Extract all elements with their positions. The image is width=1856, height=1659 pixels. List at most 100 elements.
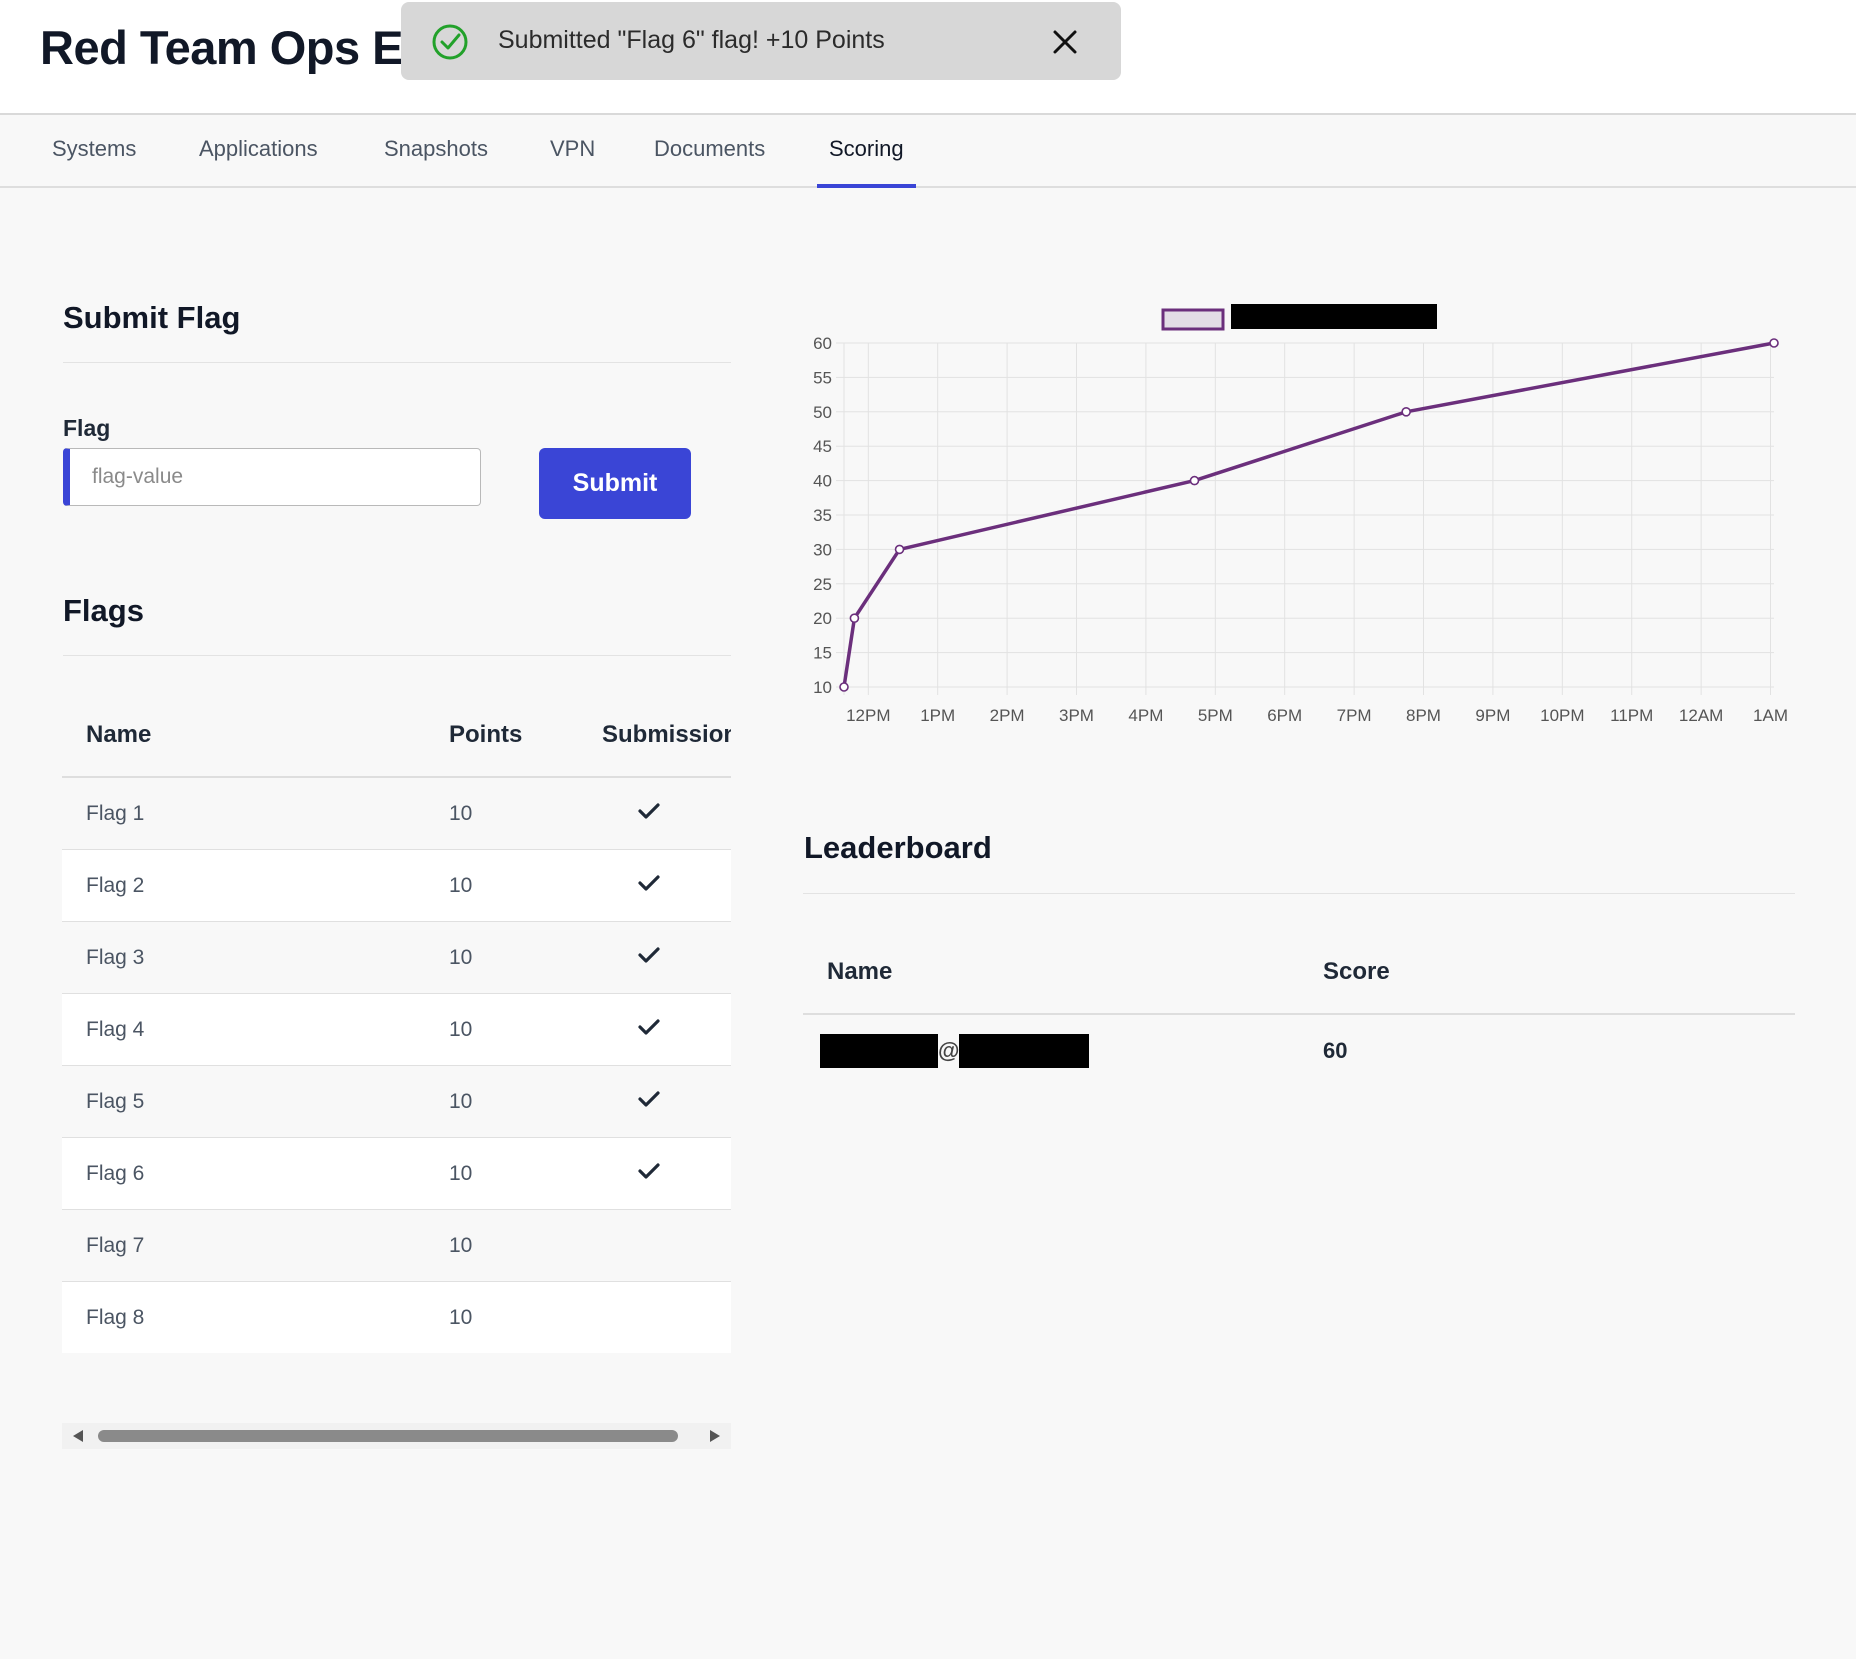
flag-input[interactable]	[63, 448, 481, 506]
success-toast: Submitted "Flag 6" flag! +10 Points	[401, 2, 1121, 80]
divider	[63, 655, 731, 656]
y-tick-label: 10	[813, 678, 832, 697]
tab-snapshots[interactable]: Snapshots	[384, 115, 488, 186]
flag-field-label: Flag	[63, 415, 111, 441]
divider	[803, 893, 1795, 894]
scroll-left-icon[interactable]	[73, 1430, 83, 1442]
column-header-name[interactable]: Name	[62, 694, 449, 778]
table-row: @ 60	[803, 1014, 1795, 1087]
column-header-name[interactable]: Name	[803, 930, 1323, 1015]
checkmark-icon	[638, 1162, 660, 1179]
leaderboard-table: Name Score @ 60	[803, 930, 1795, 1087]
flag-submission	[602, 1209, 731, 1282]
leaderboard-score: 60	[1323, 1014, 1795, 1087]
y-tick-label: 55	[813, 368, 832, 387]
table-row: Flag 2 10	[62, 849, 731, 922]
flag-points: 10	[449, 993, 602, 1066]
toast-message: Submitted "Flag 6" flag! +10 Points	[498, 26, 885, 54]
table-header-row: Name Score	[803, 930, 1795, 1015]
x-tick-label: 3PM	[1059, 706, 1094, 725]
data-point	[1769, 338, 1779, 348]
tab-applications[interactable]: Applications	[199, 115, 318, 186]
y-tick-label: 20	[813, 609, 832, 628]
x-tick-label: 9PM	[1475, 706, 1510, 725]
redacted-block	[959, 1034, 1090, 1068]
checkmark-icon	[638, 1090, 660, 1107]
flag-name: Flag 7	[62, 1209, 449, 1282]
x-tick-label: 4PM	[1128, 706, 1163, 725]
table-row: Flag 3 10	[62, 921, 731, 994]
leaderboard-heading: Leaderboard	[804, 830, 992, 865]
tab-documents[interactable]: Documents	[654, 115, 765, 186]
checkmark-icon	[638, 1018, 660, 1035]
table-header-row: Name Points Submission	[62, 694, 731, 778]
flag-points: 10	[449, 1137, 602, 1210]
scrollbar-thumb[interactable]	[98, 1430, 678, 1442]
data-point	[1401, 407, 1411, 417]
y-tick-label: 50	[813, 403, 832, 422]
flag-submission	[602, 1281, 731, 1353]
y-tick-label: 45	[813, 437, 832, 456]
flag-submission	[602, 1137, 731, 1210]
table-row: Flag 7 10	[62, 1209, 731, 1282]
x-tick-label: 12PM	[846, 706, 890, 725]
x-tick-label: 5PM	[1198, 706, 1233, 725]
divider	[63, 362, 731, 363]
x-tick-label: 10PM	[1540, 706, 1584, 725]
horizontal-scrollbar[interactable]	[62, 1423, 731, 1449]
flag-submission	[602, 921, 731, 994]
flags-table: Name Points Submission Flag 1 10 Flag 2 10 F…	[62, 694, 731, 1353]
table-row: Flag 8 10	[62, 1281, 731, 1353]
tab-bar: Systems Applications Snapshots VPN Docum…	[0, 115, 1856, 188]
leaderboard-name: @	[803, 1014, 1323, 1087]
flag-submission	[602, 777, 731, 850]
flag-name: Flag 1	[62, 777, 449, 850]
x-tick-label: 7PM	[1337, 706, 1372, 725]
x-tick-label: 8PM	[1406, 706, 1441, 725]
x-tick-label: 1PM	[920, 706, 955, 725]
y-tick-label: 25	[813, 575, 832, 594]
submit-flag-heading: Submit Flag	[63, 300, 241, 335]
tab-scoring[interactable]: Scoring	[817, 115, 916, 188]
x-tick-label: 1AM	[1753, 706, 1788, 725]
y-tick-label: 35	[813, 506, 832, 525]
checkmark-icon	[638, 874, 660, 891]
flag-points: 10	[449, 849, 602, 922]
data-point	[839, 682, 849, 692]
flag-name: Flag 3	[62, 921, 449, 994]
y-tick-label: 15	[813, 644, 832, 663]
column-header-score[interactable]: Score	[1323, 930, 1795, 1015]
tab-systems[interactable]: Systems	[52, 115, 136, 186]
check-circle-icon	[432, 24, 468, 60]
flag-submission	[602, 849, 731, 922]
close-icon[interactable]	[1049, 26, 1081, 58]
data-point	[849, 613, 860, 624]
redacted-block	[820, 1034, 938, 1068]
checkmark-icon	[638, 946, 660, 963]
data-point	[894, 544, 905, 555]
column-header-points[interactable]: Points	[449, 694, 602, 778]
x-tick-label: 6PM	[1267, 706, 1302, 725]
table-row: Flag 6 10	[62, 1137, 731, 1210]
y-tick-label: 30	[813, 540, 832, 559]
tab-vpn[interactable]: VPN	[550, 115, 595, 186]
checkmark-icon	[638, 802, 660, 819]
flag-submission	[602, 993, 731, 1066]
x-tick-label: 12AM	[1679, 706, 1723, 725]
y-tick-label: 40	[813, 472, 832, 491]
name-separator: @	[938, 1038, 960, 1063]
flag-points: 10	[449, 1065, 602, 1138]
x-tick-label: 2PM	[990, 706, 1025, 725]
submit-button[interactable]: Submit	[539, 448, 691, 519]
flag-points: 10	[449, 921, 602, 994]
table-row: Flag 1 10	[62, 777, 731, 850]
scroll-right-icon[interactable]	[710, 1430, 720, 1442]
redacted-block	[1231, 304, 1437, 329]
flag-points: 10	[449, 1281, 602, 1353]
column-header-submission[interactable]: Submission	[602, 694, 731, 778]
flag-name: Flag 4	[62, 993, 449, 1066]
flag-points: 10	[449, 777, 602, 850]
score-chart: 10 15 20 25 30 35 40 45 50 55 60 12PM 1PM 2PM 3PM 4PM 5P…	[813, 304, 1788, 725]
flag-name: Flag 6	[62, 1137, 449, 1210]
legend-swatch	[1161, 308, 1225, 331]
